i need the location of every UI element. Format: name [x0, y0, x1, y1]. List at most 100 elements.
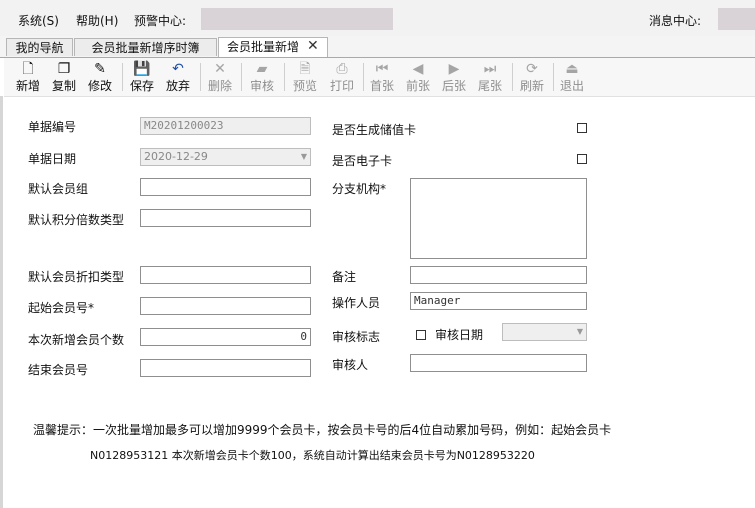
new-doc-icon: 🗋 — [22, 61, 34, 77]
default-points-label: 默认积分倍数类型 — [28, 213, 125, 227]
new-button[interactable]: 🗋 新增 — [12, 58, 44, 96]
undo-icon: ↶ — [172, 61, 184, 77]
close-icon[interactable]: ✕ — [307, 38, 319, 54]
gen-stored-card-checkbox[interactable] — [577, 123, 587, 133]
discard-button-label: 放弃 — [165, 79, 190, 93]
modify-button[interactable]: ✎ 修改 — [84, 58, 116, 96]
doc-no-label: 单据编号 — [28, 120, 77, 134]
next-button[interactable]: ▶ 后张 — [438, 58, 470, 96]
audit-flag-checkbox[interactable] — [416, 330, 426, 340]
remark-label: 备注 — [332, 270, 357, 284]
edit-icon: ✎ — [94, 61, 106, 77]
end-no-label: 结束会员号 — [28, 363, 89, 377]
menu-help[interactable]: 帮助(H) — [76, 12, 118, 29]
alert-center-label: 预警中心: — [134, 14, 187, 28]
alert-center-box[interactable] — [201, 8, 393, 30]
new-button-label: 新增 — [15, 79, 40, 93]
chevron-down-icon: ▼ — [300, 152, 307, 161]
doc-no-field[interactable]: M20201200023 — [140, 117, 311, 135]
save-icon: 💾 — [133, 61, 151, 77]
default-group-field[interactable] — [140, 178, 311, 196]
audit-stamp-icon: ▰ — [256, 61, 268, 77]
doc-date-value: 2020-12-29 — [144, 150, 208, 163]
modify-button-label: 修改 — [87, 79, 112, 93]
ecard-checkbox[interactable] — [577, 154, 587, 164]
prev-button[interactable]: ◀ 前张 — [402, 58, 434, 96]
gen-stored-card-label: 是否生成储值卡 — [332, 123, 417, 137]
refresh-button[interactable]: ⟳ 刷新 — [516, 58, 548, 96]
auditor-label: 审核人 — [332, 358, 369, 372]
default-group-label: 默认会员组 — [28, 182, 89, 196]
copy-button[interactable]: ❐ 复制 — [48, 58, 80, 96]
exit-button-label: 退出 — [559, 79, 584, 93]
next-record-icon: ▶ — [448, 61, 460, 77]
message-center-label: 消息中心: — [649, 14, 702, 28]
default-points-field[interactable] — [140, 209, 311, 227]
doc-date-picker[interactable]: 2020-12-29 ▼ — [140, 148, 311, 166]
tab-member-batch-add-label: 会员批量新增 — [227, 40, 300, 54]
menu-bar: 系统(S) 帮助(H) 预警中心: 消息中心: — [0, 0, 755, 37]
tip-line-1: 温馨提示：一次批量增加最多可以增加9999个会员卡，按会员卡号的后4位自动累加号… — [33, 423, 612, 437]
count-field[interactable]: 0 — [140, 328, 311, 346]
toolbar-separator — [512, 63, 513, 91]
toolbar-separator — [363, 63, 364, 91]
last-button-label: 尾张 — [477, 79, 502, 93]
first-record-icon: ⏮ — [375, 61, 389, 77]
start-no-label: 起始会员号* — [28, 301, 95, 315]
end-no-field[interactable] — [140, 359, 311, 377]
delete-icon: ✕ — [214, 61, 226, 77]
tab-my-navigation[interactable]: 我的导航 — [6, 38, 73, 56]
preview-button-label: 预览 — [292, 79, 317, 93]
print-button[interactable]: ⎙ 打印 — [326, 58, 358, 96]
print-icon: ⎙ — [336, 61, 348, 77]
first-button-label: 首张 — [369, 79, 394, 93]
prev-record-icon: ◀ — [412, 61, 424, 77]
save-button-label: 保存 — [129, 79, 154, 93]
last-button[interactable]: ⏭ 尾张 — [474, 58, 506, 96]
preview-icon: 🗎 — [299, 61, 311, 77]
branch-list[interactable] — [410, 178, 587, 259]
message-center-box[interactable] — [718, 8, 755, 30]
delete-button-label: 删除 — [207, 79, 232, 93]
exit-button[interactable]: ⏏ 退出 — [556, 58, 588, 96]
audit-date-picker[interactable]: ▼ — [502, 323, 587, 341]
default-discount-label: 默认会员折扣类型 — [28, 270, 125, 284]
copy-button-label: 复制 — [51, 79, 76, 93]
preview-button[interactable]: 🗎 预览 — [288, 58, 322, 96]
operator-label: 操作人员 — [332, 296, 381, 310]
toolbar: 🗋 新增 ❐ 复制 ✎ 修改 💾 保存 ↶ 放弃 ✕ 删除 ▰ 审核 🗎 预览 … — [4, 58, 755, 97]
discard-button[interactable]: ↶ 放弃 — [162, 58, 194, 96]
remark-field[interactable] — [410, 266, 587, 284]
first-button[interactable]: ⏮ 首张 — [366, 58, 398, 96]
tab-bar: 我的导航 会员批量新增序时簿 会员批量新增 — [0, 36, 755, 58]
branch-label: 分支机构* — [332, 182, 387, 196]
tip-line-2: N0128953121 本次新增会员卡个数100，系统自动计算出结束会员卡号为N… — [90, 449, 535, 462]
next-button-label: 后张 — [441, 79, 466, 93]
window-frame-left — [0, 96, 3, 508]
operator-field[interactable]: Manager — [410, 292, 587, 310]
toolbar-separator — [200, 63, 201, 91]
toolbar-separator — [284, 63, 285, 91]
chevron-down-icon: ▼ — [576, 327, 583, 336]
save-button[interactable]: 💾 保存 — [126, 58, 158, 96]
prev-button-label: 前张 — [405, 79, 430, 93]
toolbar-separator — [241, 63, 242, 91]
menu-system[interactable]: 系统(S) — [18, 12, 59, 29]
copy-icon: ❐ — [57, 61, 71, 77]
ecard-label: 是否电子卡 — [332, 154, 393, 168]
toolbar-separator — [122, 63, 123, 91]
audit-flag-label: 审核标志 — [332, 330, 381, 344]
audit-button-label: 审核 — [249, 79, 274, 93]
refresh-icon: ⟳ — [526, 61, 538, 77]
print-button-label: 打印 — [329, 79, 354, 93]
exit-door-icon: ⏏ — [565, 61, 579, 77]
start-no-field[interactable] — [140, 297, 311, 315]
audit-date-label: 审核日期 — [435, 328, 484, 342]
delete-button[interactable]: ✕ 删除 — [204, 58, 236, 96]
doc-date-label: 单据日期 — [28, 152, 77, 166]
default-discount-field[interactable] — [140, 266, 311, 284]
auditor-field[interactable] — [410, 354, 587, 372]
count-label: 本次新增会员个数 — [28, 333, 125, 347]
tab-member-batch-list[interactable]: 会员批量新增序时簿 — [74, 38, 217, 56]
audit-button[interactable]: ▰ 审核 — [246, 58, 278, 96]
